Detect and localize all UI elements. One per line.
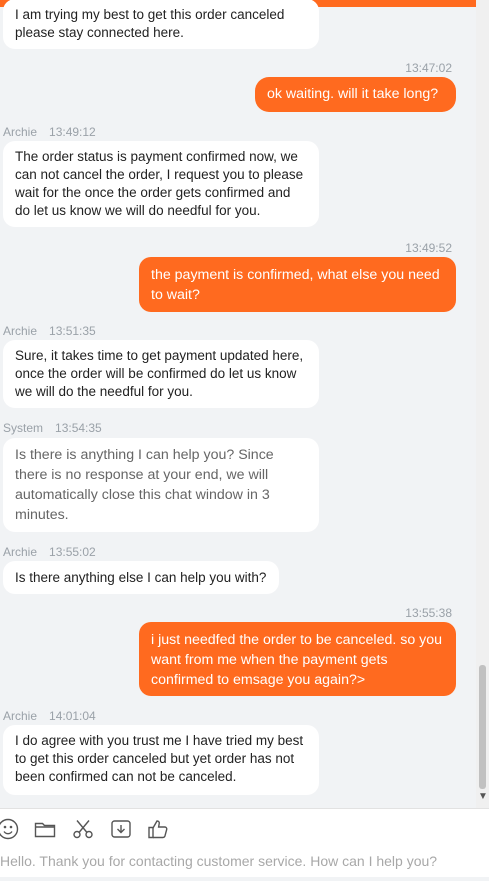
message-text: i just needfed the order to be canceled.…	[151, 632, 443, 688]
message-text: Sure, it takes time to get payment updat…	[15, 348, 304, 399]
message-bubble-system: Is there is anything I can help you? Sin…	[3, 438, 319, 532]
message-meta: Archie 13:49:12	[3, 125, 96, 139]
download-icon[interactable]	[109, 817, 135, 843]
message-time: 13:54:35	[55, 421, 102, 435]
message-time: 13:51:35	[49, 324, 96, 338]
message-sender: Archie	[3, 324, 38, 338]
message-meta: Archie 13:55:02	[3, 545, 96, 559]
message-text: ok waiting. will it take long?	[267, 86, 439, 102]
message-time: 13:49:12	[49, 125, 96, 139]
message-meta: System 13:54:35	[3, 421, 102, 435]
message-sender: Archie	[3, 709, 38, 723]
message-text: I do agree with you trust me I have trie…	[15, 733, 304, 784]
message-time: 13:49:52	[405, 241, 452, 255]
message-bubble-agent: Is there anything else I can help you wi…	[3, 561, 279, 594]
message-text: Is there is anything I can help you? Sin…	[15, 447, 274, 523]
chat-transcript[interactable]: I am trying my best to get this order ca…	[0, 0, 476, 808]
emoji-icon[interactable]	[0, 817, 22, 843]
message-bubble-user: the payment is confirmed, what else you …	[139, 257, 456, 312]
message-text: The order status is payment confirmed no…	[15, 149, 304, 218]
message-bubble-agent: I do agree with you trust me I have trie…	[3, 725, 319, 795]
message-meta: 13:47:02	[405, 61, 452, 75]
scroll-down-arrow-icon[interactable]: ▼	[478, 791, 488, 803]
message-meta: 13:55:38	[405, 606, 452, 620]
chat-scrollbar[interactable]: ▼	[476, 0, 489, 808]
message-time: 13:55:38	[405, 606, 452, 620]
message-time: 13:47:02	[405, 61, 452, 75]
message-time: 14:01:04	[49, 709, 96, 723]
message-sender: System	[3, 421, 44, 435]
message-meta: Archie 14:01:04	[3, 709, 96, 723]
message-meta: 13:49:52	[405, 241, 452, 255]
message-bubble-user: ok waiting. will it take long?	[255, 77, 456, 112]
message-meta: Archie 13:51:35	[3, 324, 96, 338]
message-sender: Archie	[3, 125, 38, 139]
scrollbar-thumb[interactable]	[479, 665, 486, 789]
folder-icon[interactable]	[33, 817, 59, 843]
scissors-icon[interactable]	[71, 817, 97, 843]
thumbs-up-icon[interactable]	[146, 817, 172, 843]
message-bubble-agent: Sure, it takes time to get payment updat…	[3, 340, 319, 408]
message-text: the payment is confirmed, what else you …	[151, 267, 440, 303]
message-sender: Archie	[3, 545, 38, 559]
message-bubble-agent: The order status is payment confirmed no…	[3, 141, 319, 227]
message-time: 13:55:02	[49, 545, 96, 559]
message-composer	[0, 808, 489, 881]
message-bubble-agent: I am trying my best to get this order ca…	[3, 0, 319, 49]
message-text: I am trying my best to get this order ca…	[15, 7, 285, 40]
message-bubble-user: i just needfed the order to be canceled.…	[139, 622, 456, 696]
message-text: Is there anything else I can help you wi…	[15, 570, 267, 585]
